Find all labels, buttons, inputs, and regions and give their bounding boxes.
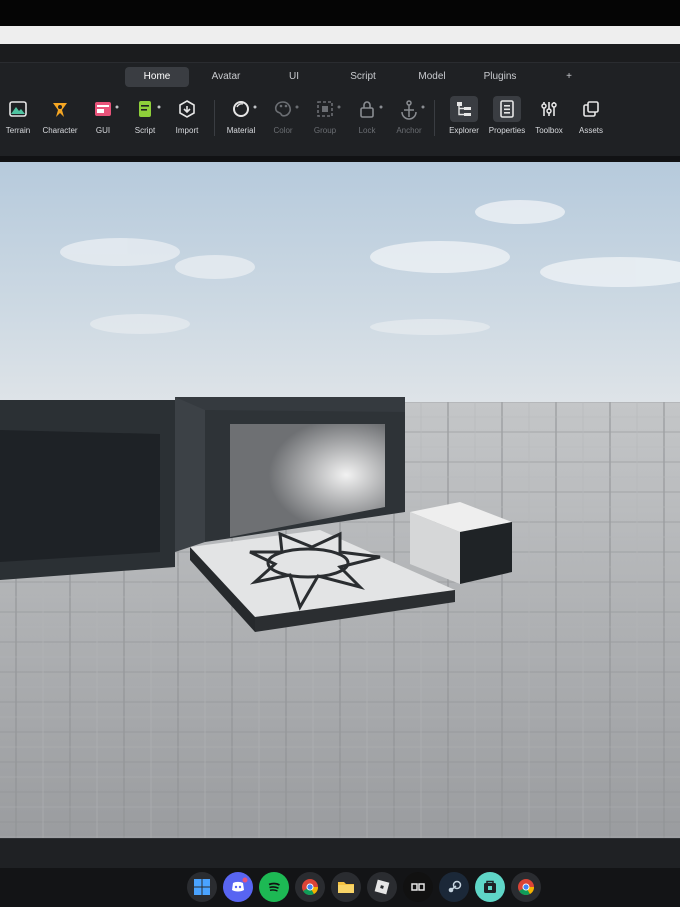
chrome-alt-icon[interactable] [511, 872, 541, 902]
chrome-icon[interactable] [295, 872, 325, 902]
store-icon[interactable] [475, 872, 505, 902]
color-button[interactable]: Color [260, 96, 306, 142]
import-button[interactable]: Import [164, 96, 210, 142]
lock-icon [344, 98, 390, 124]
group-icon [302, 98, 348, 124]
3d-viewport[interactable] [0, 162, 680, 838]
group-dropdown-caret[interactable] [336, 104, 342, 110]
anchor-dropdown-caret[interactable] [420, 104, 426, 110]
import-icon [164, 98, 210, 124]
material-icon [218, 98, 264, 124]
terrain-button[interactable]: Terrain [0, 96, 41, 142]
discord-icon[interactable] [223, 872, 253, 902]
script-dropdown-caret[interactable] [156, 104, 162, 110]
explorer-icon [441, 98, 487, 124]
windows-start-icon[interactable] [187, 872, 217, 902]
character-button[interactable]: Character [37, 96, 83, 142]
assets-icon [568, 98, 614, 124]
character-icon [37, 98, 83, 124]
tab-script[interactable]: Script [336, 67, 390, 87]
toolbox-icon [526, 98, 572, 124]
script-button[interactable]: Script [122, 96, 168, 142]
steam-icon[interactable] [439, 872, 469, 902]
menu-band [0, 44, 680, 62]
material-button[interactable]: Material [218, 96, 264, 142]
color-palette-icon [260, 98, 306, 124]
properties-button[interactable]: Properties [484, 96, 530, 142]
tab-model[interactable]: Model [405, 67, 459, 87]
tab-home[interactable]: Home [125, 67, 189, 87]
tab-avatar[interactable]: Avatar [198, 67, 254, 87]
group-button[interactable]: Group [302, 96, 348, 142]
properties-icon [484, 98, 530, 124]
color-dropdown-caret[interactable] [294, 104, 300, 110]
gui-icon [80, 98, 126, 124]
ribbon-tabs: Home Avatar UI Script Model Plugins + [0, 62, 680, 91]
gui-dropdown-caret[interactable] [114, 104, 120, 110]
tab-plugins[interactable]: Plugins [473, 67, 527, 87]
tab-ui[interactable]: UI [272, 67, 316, 87]
file-explorer-icon[interactable] [331, 872, 361, 902]
lock-dropdown-caret[interactable] [378, 104, 384, 110]
screen-top-border [0, 0, 680, 26]
anchor-icon [386, 98, 432, 124]
toolbar-separator [214, 100, 215, 136]
viewport-bottom-bar [0, 838, 680, 869]
scene-render [0, 162, 680, 838]
anchor-button[interactable]: Anchor [386, 96, 432, 142]
ribbon-toolbar: Terrain Character GUI Script Import Mate… [0, 90, 680, 156]
spotify-icon[interactable] [259, 872, 289, 902]
lock-button[interactable]: Lock [344, 96, 390, 142]
terrain-icon [0, 98, 41, 124]
tab-add-button[interactable]: + [558, 67, 580, 87]
assets-button[interactable]: Assets [568, 96, 614, 142]
gui-button[interactable]: GUI [80, 96, 126, 142]
window-title-strip [0, 26, 680, 44]
script-icon [122, 98, 168, 124]
toolbar-separator [434, 100, 435, 136]
explorer-button[interactable]: Explorer [441, 96, 487, 142]
roblox-studio-icon[interactable] [403, 872, 433, 902]
toolbox-button[interactable]: Toolbox [526, 96, 572, 142]
roblox-icon[interactable] [367, 872, 397, 902]
material-dropdown-caret[interactable] [252, 104, 258, 110]
